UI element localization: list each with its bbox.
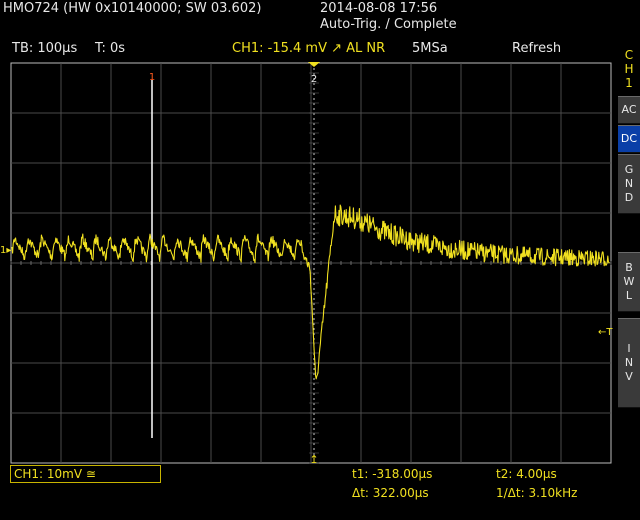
cursor-t2-readout: t2: 4.00µs [496,467,557,481]
channel-letter: C [624,48,634,62]
coupling-ac-button[interactable]: AC [618,96,640,124]
button-letter: L [625,289,633,302]
channel-ch1-label: CH1 [618,46,640,92]
trigger-arrow-bottom: ↥ [309,453,318,464]
button-letter: B [625,261,633,274]
button-letter: DC [620,132,638,145]
frequency-readout: 1/Δt: 3.10kHz [496,486,578,500]
waveform-display[interactable]: 1 2 ↥ [10,62,612,464]
ch1-ground-label: 1 [0,245,7,256]
trigger-setting-readout[interactable]: CH1: -15.4 mV ↗ AL NR [232,41,385,56]
button-letter: N [624,177,634,190]
cursor-2-marker[interactable]: 2 [311,74,317,85]
trigger-time-readout[interactable]: T: 0s [95,41,125,56]
button-letter: AC [621,103,637,116]
timebase-readout[interactable]: TB: 100µs [12,41,77,56]
button-letter: I [627,342,631,355]
channel-letter: 1 [625,76,633,90]
acquisition-mode-readout[interactable]: Refresh [512,41,561,56]
coupling-gnd-button[interactable]: GND [618,154,640,214]
trigger-position-marker[interactable] [308,62,320,67]
invert-button[interactable]: INV [618,318,640,408]
bandwidth-limit-button[interactable]: BWL [618,252,640,312]
delta-t-readout: Δt: 322.00µs [352,486,429,500]
coupling-dc-button[interactable]: DC [618,125,640,153]
button-letter: N [624,356,634,369]
ch1-ground-marker[interactable]: 1▸ [0,245,11,257]
datetime: 2014-08-08 17:56 [320,1,438,16]
trigger-status: Auto-Trig. / Complete [320,17,457,32]
graticule-grid [10,62,612,464]
cursor-1-marker[interactable]: 1 [149,72,155,83]
channel-letter: H [624,62,634,76]
cursor-t1-readout: t1: -318.00µs [352,467,433,481]
button-letter: V [625,370,633,383]
sample-rate-readout: 5MSa [412,41,448,56]
trigger-level-marker[interactable]: ←T [598,327,613,338]
device-info: HMO724 (HW 0x10140000; SW 03.602) [3,1,262,16]
button-letter: G [624,163,634,176]
button-letter: D [624,191,634,204]
button-letter: W [623,275,635,288]
ch1-scale-readout[interactable]: CH1: 10mV ≅ [10,465,161,483]
